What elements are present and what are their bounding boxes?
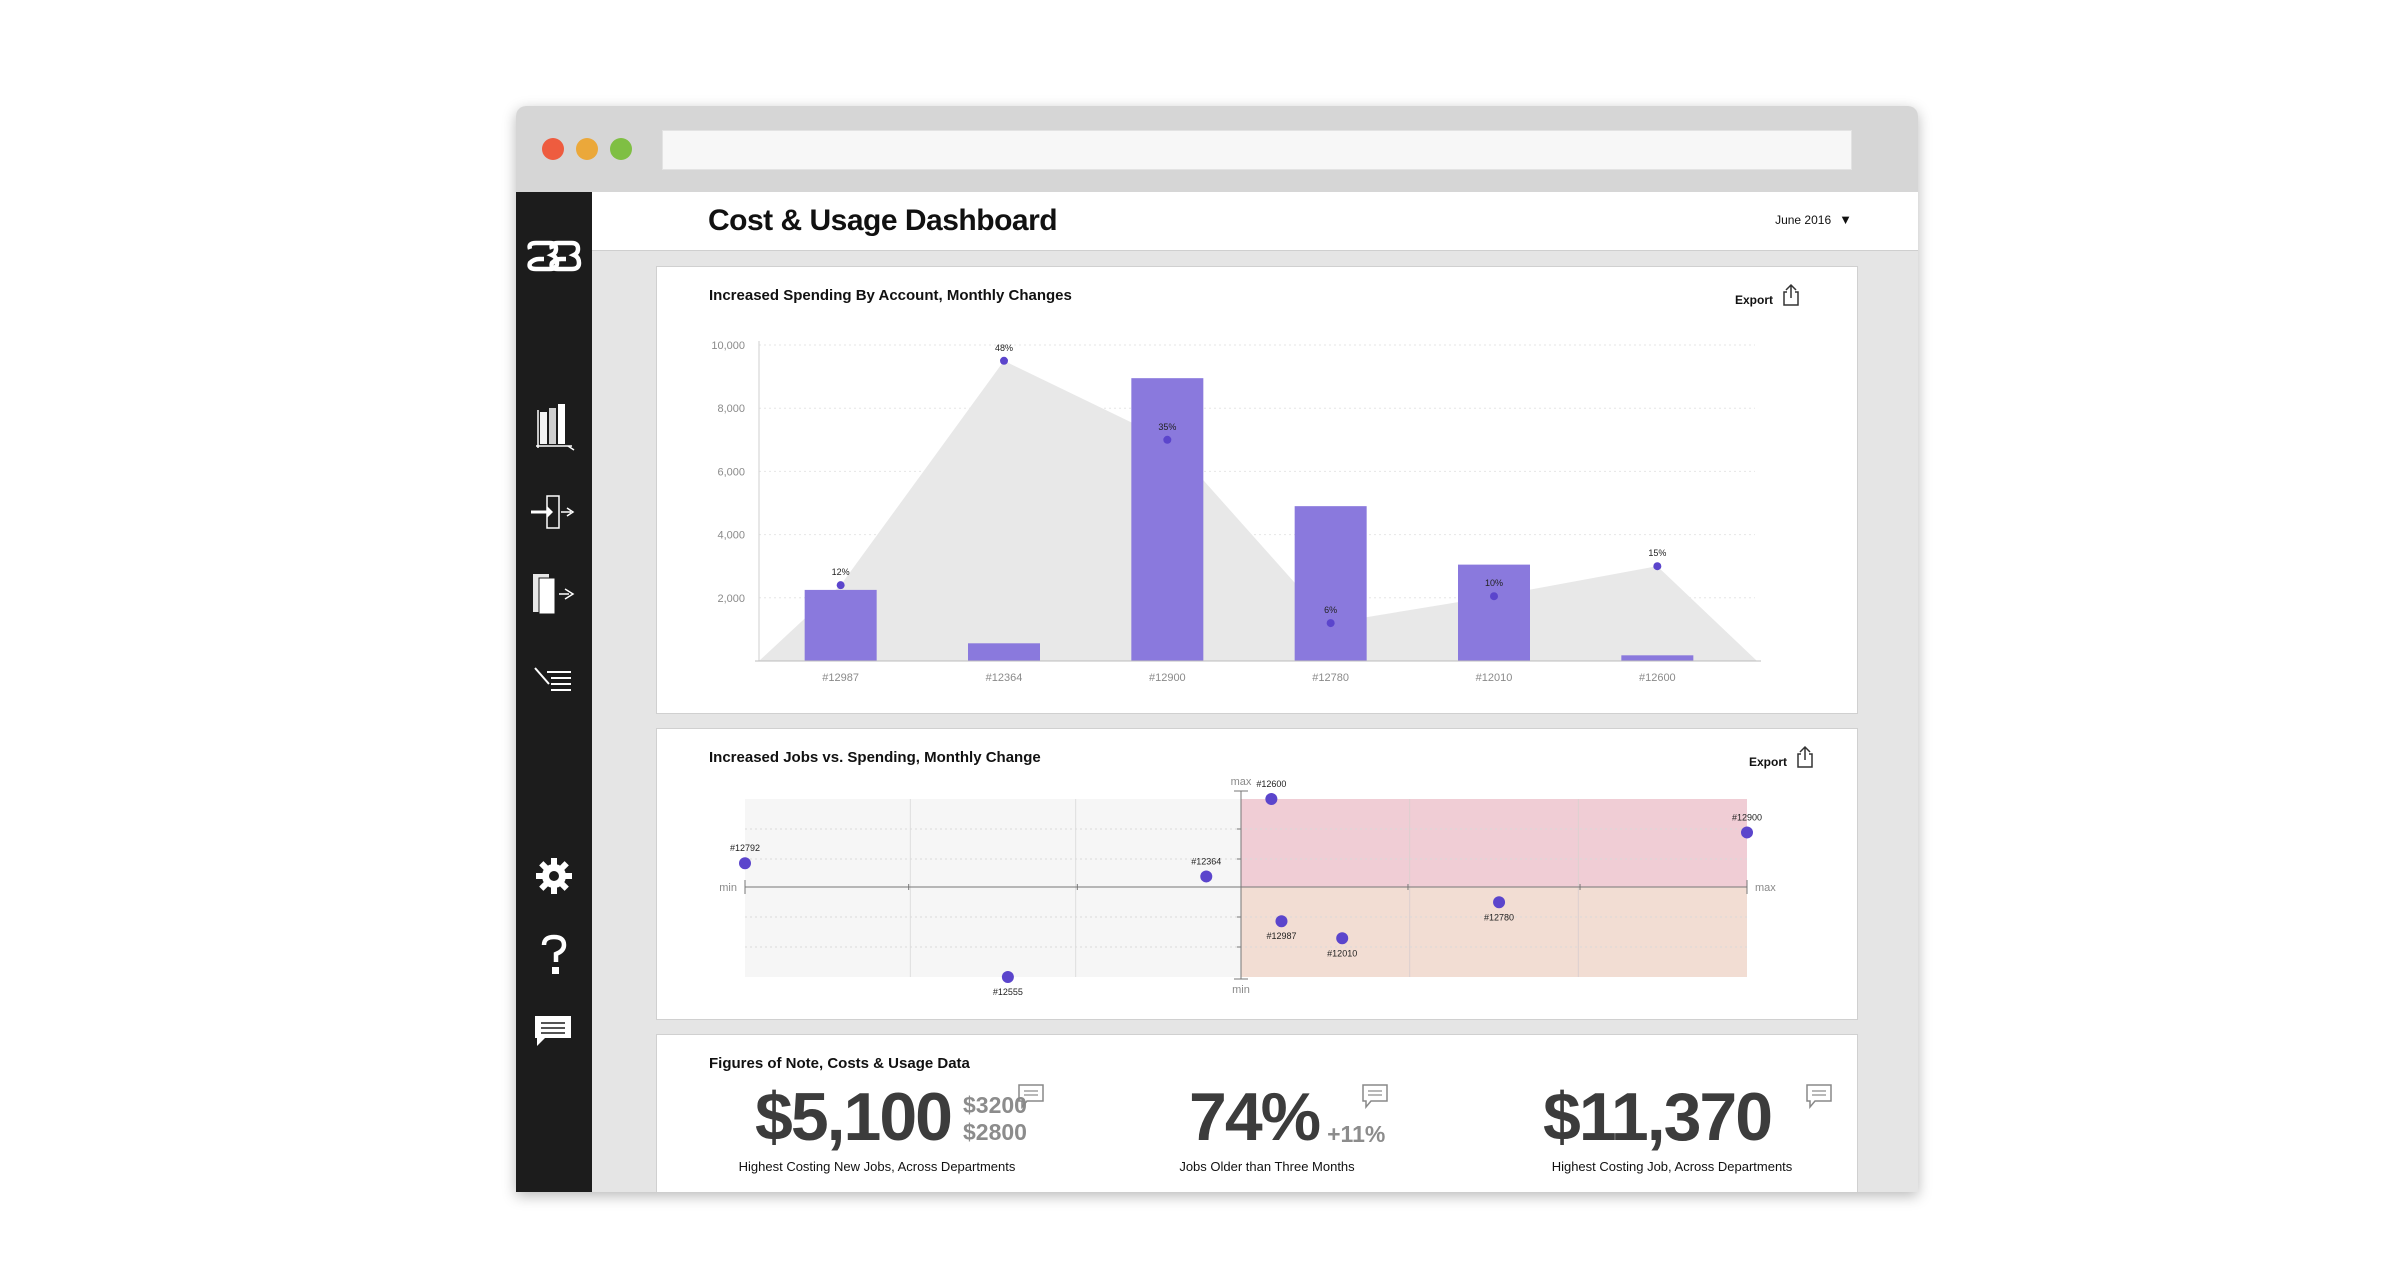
- jobs-spending-card: Increased Jobs vs. Spending, Monthly Cha…: [656, 728, 1858, 1020]
- figure-value: $11,370: [1543, 1079, 1773, 1155]
- help-icon[interactable]: [526, 928, 582, 984]
- scatter-point: [739, 857, 751, 870]
- scatter-point: [1001, 971, 1014, 983]
- gear-icon[interactable]: [526, 848, 582, 904]
- sidebar: [516, 192, 592, 1192]
- figure-caption: Highest Costing Job, Across Departments: [1551, 1159, 1793, 1174]
- figure-highest-new-jobs: $5,100 $3200 $2800 Highest Costing New J…: [707, 1083, 1047, 1174]
- page-header: Cost & Usage Dashboard June 2016 ▼: [592, 192, 1918, 251]
- comment-icon[interactable]: [1361, 1083, 1389, 1109]
- bar: [968, 643, 1040, 661]
- point-label: #12555: [993, 987, 1023, 997]
- bar-chart-icon[interactable]: [526, 398, 582, 454]
- figure-caption: Highest Costing New Jobs, Across Departm…: [738, 1159, 1016, 1174]
- figure-caption: Jobs Older than Three Months: [1179, 1159, 1355, 1174]
- url-bar[interactable]: [662, 130, 1852, 170]
- x-tick-label: #12900: [1149, 672, 1186, 684]
- point-label: #12792: [730, 843, 760, 853]
- chat-icon[interactable]: [526, 1002, 582, 1058]
- data-label: 15%: [1648, 548, 1666, 558]
- import-icon[interactable]: [526, 484, 582, 540]
- y-tick-label: 10,000: [711, 340, 745, 352]
- data-label: 35%: [1158, 422, 1176, 432]
- x-max-label: max: [1755, 882, 1776, 894]
- page-title: Cost & Usage Dashboard: [708, 204, 1058, 237]
- documents-export-icon[interactable]: [526, 566, 582, 622]
- figure-value: 74%: [1189, 1079, 1321, 1155]
- spending-chart-card: Increased Spending By Account, Monthly C…: [656, 266, 1858, 714]
- close-window-button[interactable]: [542, 138, 564, 160]
- minimize-window-button[interactable]: [576, 138, 598, 160]
- point-label: #12600: [1256, 779, 1286, 789]
- scatter-point: [1200, 870, 1213, 883]
- quadrant-left: [745, 799, 1241, 977]
- logo-icon[interactable]: [526, 228, 582, 284]
- comment-icon[interactable]: [1805, 1083, 1833, 1109]
- caret-down-icon: ▼: [1839, 212, 1852, 227]
- y-min-label: min: [1232, 984, 1250, 996]
- data-point: [1653, 562, 1662, 571]
- date-selector-value: June 2016: [1775, 212, 1832, 227]
- figure-secondary-value: +11%: [1327, 1121, 1386, 1148]
- point-label: #12987: [1266, 931, 1296, 941]
- point-label: #12364: [1191, 856, 1221, 866]
- data-point: [1000, 356, 1008, 365]
- scatter-point: [1493, 896, 1506, 909]
- figure-jobs-older: 74% +11% Jobs Older than Three Months: [1157, 1079, 1385, 1174]
- data-point: [1326, 619, 1335, 628]
- data-label: 48%: [995, 343, 1013, 353]
- data-point: [1163, 435, 1172, 444]
- data-point: [1490, 592, 1498, 601]
- spending-bar-chart: 2,000 4,000 6,000 8,000 10,000 #12987 #12364 #1…: [711, 340, 1761, 684]
- point-label: #12780: [1484, 912, 1514, 922]
- y-tick-label: 2,000: [717, 593, 745, 605]
- browser-window: Cost & Usage Dashboard June 2016 ▼ Incre…: [516, 106, 1918, 1192]
- x-tick-label: #12987: [822, 672, 859, 684]
- x-tick-label: #12780: [1312, 672, 1349, 684]
- date-selector[interactable]: June 2016 ▼: [1775, 212, 1852, 227]
- y-tick-label: 6,000: [717, 466, 745, 478]
- figure-secondary-value: $2800: [962, 1119, 1027, 1146]
- x-tick-label: #12010: [1476, 672, 1513, 684]
- point-label: #12900: [1732, 812, 1762, 822]
- scatter-point: [1741, 826, 1753, 839]
- quadrant-top-right: [1241, 799, 1747, 887]
- data-label: 12%: [832, 567, 850, 577]
- scatter-point: [1275, 915, 1288, 928]
- figure-highest-job: $11,370 Highest Costing Job, Across Depa…: [1537, 1083, 1827, 1174]
- figure-value: $5,100: [755, 1079, 953, 1155]
- maximize-window-button[interactable]: [610, 138, 632, 160]
- scatter-point: [1265, 793, 1278, 805]
- figures-title: Figures of Note, Costs & Usage Data: [709, 1055, 970, 1072]
- bar: [1131, 378, 1204, 661]
- list-icon[interactable]: [526, 652, 582, 708]
- data-point: [836, 581, 845, 590]
- bar: [804, 589, 877, 661]
- change-area: [759, 360, 1757, 661]
- main-content: Cost & Usage Dashboard June 2016 ▼ Incre…: [592, 192, 1918, 1192]
- point-label: #12010: [1327, 948, 1357, 958]
- x-tick-label: #12600: [1639, 672, 1676, 684]
- y-tick-label: 8,000: [717, 403, 745, 415]
- bar: [1621, 655, 1694, 661]
- x-min-label: min: [719, 882, 737, 894]
- y-max-label: max: [1231, 776, 1252, 788]
- scatter-point: [1336, 932, 1349, 945]
- jobs-spending-scatter: min max max min #12792 #12364 #12555 #12600 #129…: [719, 776, 1776, 997]
- comment-icon[interactable]: [1017, 1083, 1045, 1109]
- y-tick-label: 4,000: [717, 530, 745, 542]
- data-label: 6%: [1324, 605, 1337, 615]
- title-bar: [516, 106, 1918, 192]
- data-label: 10%: [1485, 578, 1503, 588]
- figures-card: Figures of Note, Costs & Usage Data $5,1…: [656, 1034, 1858, 1192]
- x-tick-label: #12364: [986, 672, 1023, 684]
- bar: [1294, 506, 1367, 661]
